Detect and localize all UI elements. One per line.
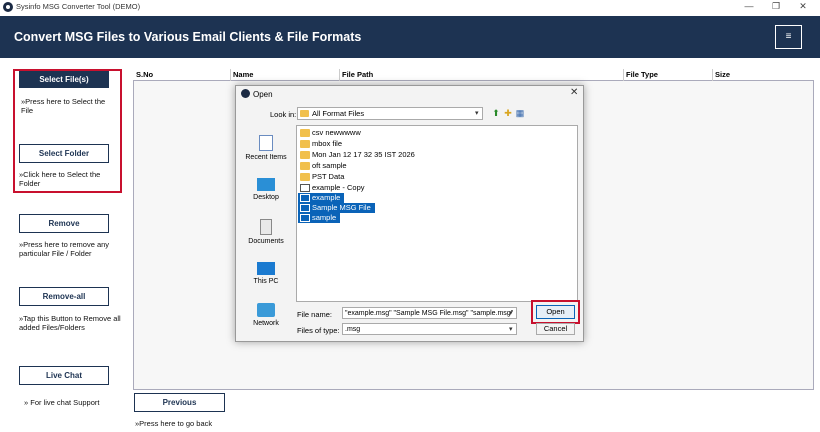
list-item[interactable]: example - Copy [298, 183, 365, 193]
view-menu-icon[interactable]: ▦ [515, 108, 525, 118]
place-recent-items[interactable]: Recent Items [241, 135, 291, 161]
column-header-name[interactable]: Name [233, 70, 253, 79]
cancel-button[interactable]: Cancel [536, 323, 575, 335]
window-title: Sysinfo MSG Converter Tool (DEMO) [16, 2, 141, 11]
remove-button[interactable]: Remove [19, 214, 109, 233]
msg-file-icon [300, 214, 310, 222]
dialog-close-button[interactable]: ✕ [570, 87, 578, 98]
place-label: Desktop [253, 194, 279, 201]
previous-hint: »Press here to go back [135, 419, 213, 428]
column-header-size[interactable]: Size [715, 70, 730, 79]
remove-all-button[interactable]: Remove-all [19, 287, 109, 306]
folder-icon [300, 110, 309, 117]
place-desktop[interactable]: Desktop [241, 178, 291, 201]
msg-file-icon [300, 194, 310, 202]
recent-items-icon [259, 135, 273, 151]
place-label: Documents [248, 238, 284, 245]
column-divider [339, 69, 340, 81]
list-item-selected[interactable]: example [298, 193, 345, 203]
list-item[interactable]: Mon Jan 12 17 32 35 IST 2026 [298, 150, 415, 160]
column-divider [623, 69, 624, 81]
list-item[interactable]: oft sample [298, 161, 347, 171]
dialog-title: Open [253, 90, 273, 99]
previous-button[interactable]: Previous [134, 393, 225, 412]
open-button[interactable]: Open [536, 305, 575, 319]
remove-all-hint: »Tap this Button to Remove all added Fil… [19, 314, 121, 332]
close-window-button[interactable]: ✕ [794, 0, 812, 14]
this-pc-icon [257, 262, 275, 275]
app-logo-icon [3, 2, 13, 12]
column-divider [712, 69, 713, 81]
msg-file-icon [300, 204, 310, 212]
place-label: Network [253, 320, 279, 327]
remove-hint: »Press here to remove any particular Fil… [19, 240, 110, 258]
msg-file-icon [300, 184, 310, 192]
header-title: Convert MSG Files to Various Email Clien… [14, 30, 362, 44]
network-icon [257, 303, 275, 317]
list-item-selected[interactable]: Sample MSG File [298, 203, 375, 213]
folder-icon [300, 162, 310, 170]
live-chat-button[interactable]: Live Chat [19, 366, 109, 385]
folder-icon [300, 129, 310, 137]
column-header-sno[interactable]: S.No [136, 70, 153, 79]
look-in-label: Look in: [270, 110, 297, 119]
list-item[interactable]: PST Data [298, 172, 344, 182]
select-files-hint: »Press here to Select the File [21, 97, 106, 115]
column-header-file-path[interactable]: File Path [342, 70, 373, 79]
chevron-down-icon[interactable]: ▾ [475, 109, 479, 117]
select-files-button[interactable]: Select File(s) [19, 71, 109, 88]
new-folder-icon[interactable]: ✚ [503, 108, 513, 118]
maximize-button[interactable]: ❐ [767, 0, 785, 14]
list-item[interactable]: mbox file [298, 139, 342, 149]
minimize-button[interactable]: — [740, 0, 758, 14]
folder-icon [300, 151, 310, 159]
folder-icon [300, 140, 310, 148]
dialog-app-icon [241, 89, 250, 98]
place-network[interactable]: Network [241, 303, 291, 327]
file-name-label: File name: [297, 310, 333, 319]
menu-button[interactable]: ≡ [775, 25, 802, 49]
place-label: This PC [253, 278, 279, 285]
documents-icon [260, 219, 272, 235]
file-name-input[interactable]: "example.msg" "Sample MSG File.msg" "sam… [342, 307, 517, 319]
place-documents[interactable]: Documents [241, 219, 291, 245]
files-of-type-select[interactable]: .msg [342, 323, 517, 335]
select-folder-button[interactable]: Select Folder [19, 144, 109, 163]
column-header-file-type[interactable]: File Type [626, 70, 658, 79]
up-folder-icon[interactable]: ⬆ [491, 108, 501, 118]
hamburger-menu-icon: ≡ [785, 31, 792, 42]
column-divider [230, 69, 231, 81]
folder-icon [300, 173, 310, 181]
chevron-down-icon[interactable]: ▾ [509, 309, 513, 317]
desktop-icon [257, 178, 275, 191]
select-folder-hint: »Click here to Select the Folder [19, 170, 101, 188]
live-chat-hint: » For live chat Support [24, 398, 100, 407]
list-item[interactable]: csv newwwww [298, 128, 361, 138]
look-in-value: All Format Files [312, 109, 365, 118]
chevron-down-icon[interactable]: ▾ [509, 325, 513, 333]
place-this-pc[interactable]: This PC [241, 262, 291, 285]
list-item-selected[interactable]: sample [298, 213, 341, 223]
place-label: Recent Items [245, 154, 287, 161]
files-of-type-label: Files of type: [297, 326, 340, 335]
